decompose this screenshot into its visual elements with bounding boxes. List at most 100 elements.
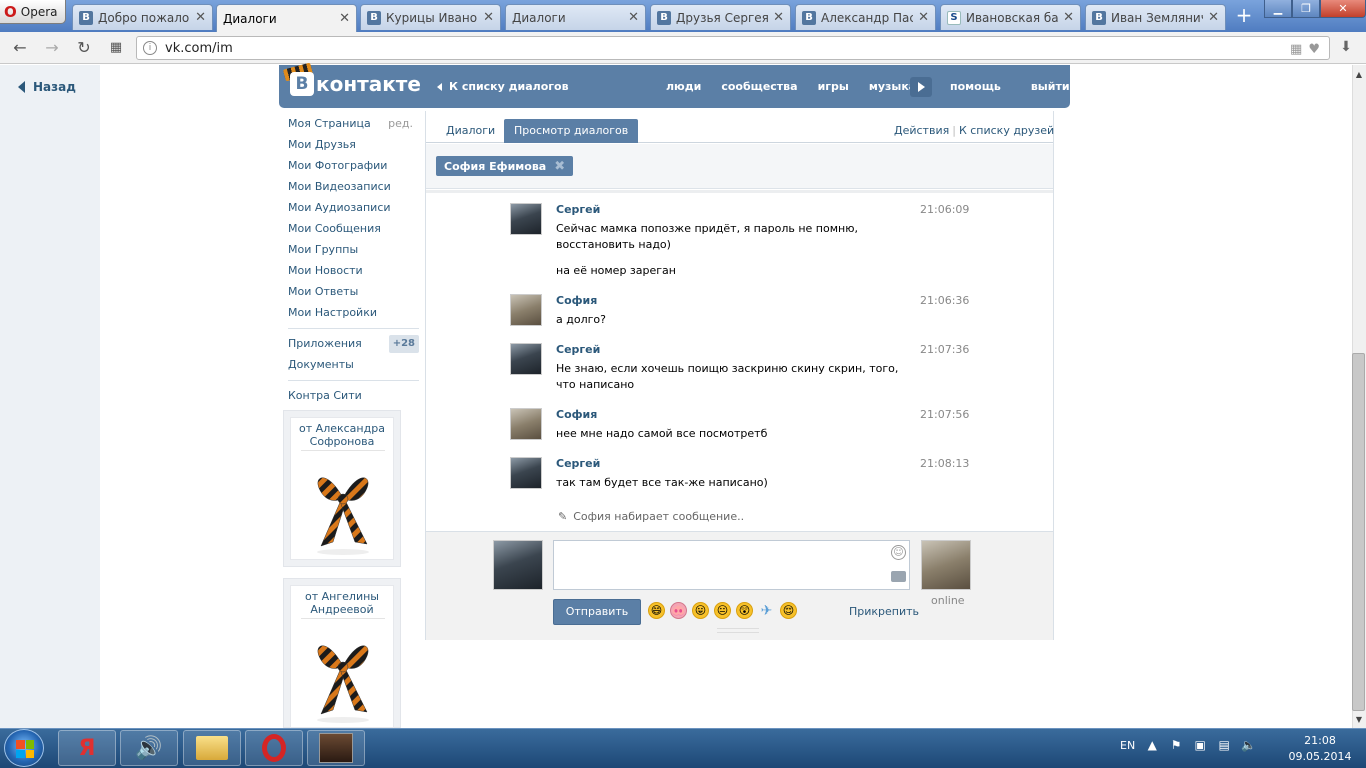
action-center-icon[interactable]: ▤	[1217, 738, 1231, 752]
menu-my-audio[interactable]: Мои Аудиозаписи	[288, 200, 419, 221]
browser-tab[interactable]: B Добро пожаловать ✕	[72, 4, 213, 30]
browser-tab[interactable]: B Иван Землянич ✕	[1085, 4, 1226, 30]
device-icon[interactable]: ▣	[1193, 738, 1207, 752]
message-author[interactable]: Сергей	[556, 343, 600, 356]
taskbar-yandex-browser[interactable]: Я	[58, 730, 116, 766]
menu-my-videos[interactable]: Мои Видеозаписи	[288, 179, 419, 200]
menu-apps[interactable]: Приложения +28	[288, 335, 419, 357]
message-author[interactable]: Сергей	[556, 457, 600, 470]
close-icon[interactable]: ✕	[1063, 10, 1074, 25]
tongue-emoji-icon[interactable]: 😛	[692, 602, 709, 619]
close-icon[interactable]: ✕	[483, 10, 494, 25]
close-icon[interactable]: ✖	[554, 159, 565, 174]
edit-link[interactable]: ред.	[388, 116, 413, 132]
menu-my-messages[interactable]: Мои Сообщения	[288, 221, 419, 242]
tray-arrow-icon[interactable]: ▲	[1145, 738, 1159, 752]
gift-block[interactable]: от Ангелины Андреевой	[283, 578, 401, 728]
scroll-up-icon[interactable]: ▲	[1354, 70, 1364, 80]
opera-menu-button[interactable]: O Opera	[0, 0, 66, 24]
taskbar-game[interactable]	[307, 730, 365, 766]
grin-emoji-icon[interactable]: 😄	[648, 602, 665, 619]
close-icon[interactable]: ✕	[628, 10, 639, 25]
menu-my-settings[interactable]: Мои Настройки	[288, 305, 419, 326]
heart-icon[interactable]: ♥	[1308, 42, 1320, 57]
site-info-icon[interactable]: i	[143, 41, 157, 55]
close-window-button[interactable]: ✕	[1320, 0, 1366, 18]
close-icon[interactable]: ✕	[339, 11, 350, 26]
attach-link[interactable]: Прикрепить	[849, 605, 919, 618]
taskbar-speaker-icon[interactable]: 🔊	[120, 730, 178, 766]
back-link[interactable]: Назад	[18, 80, 76, 94]
resize-grip[interactable]	[717, 628, 759, 633]
peer-avatar[interactable]	[921, 540, 971, 590]
clock[interactable]: 21:08 09.05.2014	[1280, 733, 1360, 765]
speed-dial-icon[interactable]: ▦	[1290, 42, 1302, 57]
my-avatar[interactable]	[493, 540, 543, 590]
avatar[interactable]	[510, 294, 542, 326]
nav-communities[interactable]: сообщества	[721, 80, 797, 93]
menu-my-groups[interactable]: Мои Группы	[288, 242, 419, 263]
menu-my-page[interactable]: Моя Страница ред.	[288, 116, 419, 137]
url-input[interactable]: i vk.com/im	[136, 36, 1330, 60]
avatar[interactable]	[510, 343, 542, 375]
maximize-button[interactable]: ❐	[1292, 0, 1320, 18]
tab-dialogs[interactable]: Диалоги	[436, 119, 505, 143]
message-author[interactable]: София	[556, 294, 597, 307]
minimize-button[interactable]: ▁	[1264, 0, 1292, 18]
start-button[interactable]	[4, 729, 44, 767]
relieved-emoji-icon[interactable]: 😌	[780, 602, 797, 619]
menu-my-friends[interactable]: Мои Друзья	[288, 137, 419, 158]
browser-tab[interactable]: B Друзья Сергея К ✕	[650, 4, 791, 30]
peer-chip[interactable]: София Ефимова ✖	[436, 156, 574, 176]
volume-icon[interactable]: 🔈	[1241, 738, 1256, 752]
language-indicator[interactable]: EN	[1120, 739, 1135, 752]
play-icon[interactable]	[910, 77, 932, 97]
back-arrow-icon[interactable]: ←	[10, 39, 30, 57]
tab-view-dialogs[interactable]: Просмотр диалогов	[504, 119, 639, 143]
airplane-emoji-icon[interactable]: ✈	[758, 602, 775, 619]
menu-game[interactable]: Контра Сити	[288, 388, 419, 409]
taskbar-explorer[interactable]	[183, 730, 241, 766]
browser-tab[interactable]: B Курицы Ивановы ✕	[360, 4, 501, 30]
avatar[interactable]	[510, 457, 542, 489]
scroll-down-icon[interactable]: ▼	[1354, 715, 1364, 725]
menu-my-news[interactable]: Мои Новости	[288, 263, 419, 284]
avatar[interactable]	[510, 203, 542, 235]
actions-link[interactable]: Действия	[894, 124, 949, 137]
menu-my-answers[interactable]: Мои Ответы	[288, 284, 419, 305]
friends-list-link[interactable]: К списку друзей	[959, 124, 1054, 137]
browser-menu-icon[interactable]: ⬇	[1334, 39, 1358, 57]
shocked-emoji-icon[interactable]: 😲	[736, 602, 753, 619]
close-icon[interactable]: ✕	[773, 10, 784, 25]
menu-my-photos[interactable]: Мои Фотографии	[288, 158, 419, 179]
message-author[interactable]: София	[556, 408, 597, 421]
smile-icon[interactable]: ☺	[891, 545, 906, 560]
browser-tab-active[interactable]: ✉ Диалоги ✕	[216, 4, 357, 32]
network-warning-icon[interactable]: ⚑	[1169, 738, 1183, 752]
taskbar-opera[interactable]	[245, 730, 303, 766]
browser-tab[interactable]: ✉ Диалоги ✕	[505, 4, 646, 30]
browser-tab[interactable]: S Ивановская бар ✕	[940, 4, 1081, 30]
nav-games[interactable]: игры	[818, 80, 849, 93]
menu-documents[interactable]: Документы	[288, 357, 419, 378]
nav-help[interactable]: помощь	[950, 80, 1001, 93]
close-icon[interactable]: ✕	[918, 10, 929, 25]
send-button[interactable]: Отправить	[553, 599, 641, 625]
vk-logo[interactable]: В контакте	[290, 72, 421, 96]
scrollbar-thumb[interactable]	[1352, 353, 1365, 711]
back-to-dialogs-link[interactable]: К списку диалогов	[437, 80, 569, 93]
message-input[interactable]	[553, 540, 910, 590]
avatar[interactable]	[510, 408, 542, 440]
nav-logout[interactable]: выйти	[1031, 80, 1070, 93]
speed-dial-grid-icon[interactable]: ▦	[106, 39, 126, 57]
close-icon[interactable]: ✕	[1208, 10, 1219, 25]
forward-arrow-icon[interactable]: →	[42, 39, 62, 57]
pig-emoji-icon[interactable]: 🐽	[670, 602, 687, 619]
message-author[interactable]: Сергей	[556, 203, 600, 216]
neutral-emoji-icon[interactable]: 😐	[714, 602, 731, 619]
reload-icon[interactable]: ↻	[74, 39, 94, 57]
new-tab-button[interactable]: +	[1235, 5, 1253, 25]
gift-block[interactable]: от Александра Софронова	[283, 410, 401, 567]
browser-tab[interactable]: B Александр Пасе ✕	[795, 4, 936, 30]
camera-icon[interactable]	[891, 571, 906, 582]
